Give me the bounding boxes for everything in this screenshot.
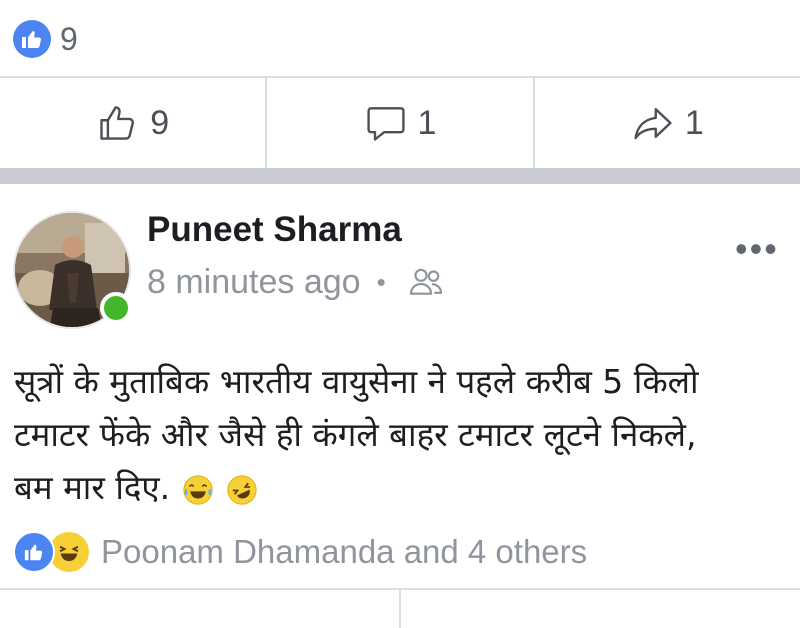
post-text-line: बम मार दिए. [14,468,171,507]
comment-count: 1 [417,103,437,142]
tears-of-joy-emoji-icon [183,474,213,505]
like-reaction-icon [13,20,51,58]
like-button[interactable]: 9 [0,78,265,168]
like-reaction-icon [13,531,55,573]
post-text-line-last: बम मार दिए. [14,461,794,514]
prev-post-action-bar: 9 1 1 [0,78,800,168]
reaction-count: 9 [60,21,78,57]
comment-icon [366,107,405,141]
post-text-line: सूत्रों के मुताबिक भारतीय वायुसेना ने पह… [14,362,699,401]
prev-post-reactions[interactable]: 9 [0,0,800,76]
post-body: सूत्रों के मुताबिक भारतीय वायुसेना ने पह… [14,355,794,514]
like-count: 9 [150,103,170,142]
like-button[interactable] [0,590,399,628]
share-count: 1 [684,103,704,142]
comment-button[interactable]: 1 [265,78,532,168]
comment-button[interactable] [399,590,800,628]
online-status-indicator [100,292,132,324]
friends-icon[interactable] [406,262,446,302]
author-name[interactable]: Puneet Sharma [147,210,402,250]
share-icon [634,108,672,140]
meta-separator: • [376,266,386,297]
post-action-bar [0,590,800,628]
reactions-summary-text: Poonam Dhamanda and 4 others [101,533,588,570]
post-text-line: टमाटर फेंके और जैसे ही कंगले बाहर टमाटर … [14,415,697,454]
post-options-button[interactable]: ••• [735,228,779,270]
thumbs-up-outline-icon [100,106,135,140]
post-timestamp[interactable]: 8 minutes ago [147,263,361,302]
post-meta: 8 minutes ago • [147,262,446,302]
share-button[interactable]: 1 [532,78,800,168]
feed-separator [0,168,800,184]
reactions-summary[interactable]: Poonam Dhamanda and 4 others [13,530,587,574]
rofl-emoji-icon [227,474,257,505]
